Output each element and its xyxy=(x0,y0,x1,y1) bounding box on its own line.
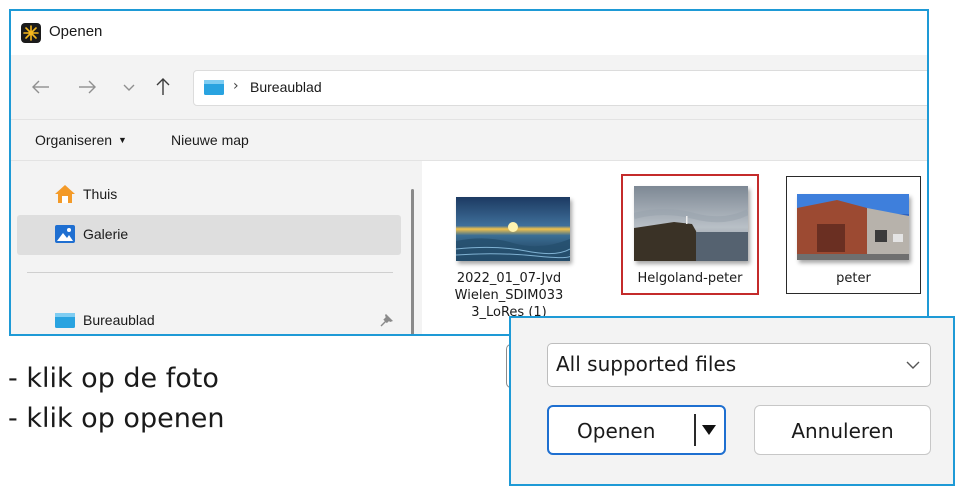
file-name-line: peter xyxy=(836,271,871,286)
arrow-left-icon[interactable] xyxy=(29,75,53,99)
file-thumbnail-sunset xyxy=(456,197,570,261)
chevron-down-icon xyxy=(906,361,920,369)
dialog-footer-zoom: All supported files Openen Annuleren xyxy=(509,316,955,486)
file-type-select-value: All supported files xyxy=(556,352,737,376)
sidebar-item-label: Galerie xyxy=(83,226,129,242)
file-item[interactable]: 2022_01_07-Jvd Wielen_SDIM033 3_LoRes (1… xyxy=(444,175,574,334)
organize-menu[interactable]: Organiseren ▼ xyxy=(35,132,127,148)
file-item-selected[interactable]: Helgoland-peter xyxy=(621,174,759,295)
navigation-bar: › Bureaublad xyxy=(11,55,927,120)
chevron-right-icon: › xyxy=(233,78,239,94)
file-name: peter xyxy=(787,270,920,287)
window-title: Openen xyxy=(49,23,103,40)
chevron-down-icon[interactable] xyxy=(117,75,141,99)
file-view: 2022_01_07-Jvd Wielen_SDIM033 3_LoRes (1… xyxy=(424,161,927,334)
title-bar: Openen xyxy=(11,11,927,55)
sidebar-item-galerie[interactable]: Galerie xyxy=(17,215,401,255)
address-bar[interactable]: › Bureaublad xyxy=(193,70,927,106)
caret-down-icon: ▼ xyxy=(118,135,127,145)
file-thumbnail-brick-building xyxy=(797,194,909,260)
organize-label: Organiseren xyxy=(35,132,113,148)
app-icon xyxy=(21,23,41,43)
file-name: Helgoland-peter xyxy=(623,270,757,287)
sidebar-item-bureaublad[interactable]: Bureaublad xyxy=(17,301,401,334)
dropdown-arrow-icon[interactable] xyxy=(701,424,717,436)
cancel-button[interactable]: Annuleren xyxy=(754,405,931,455)
navigation-pane: Thuis Galerie Bureaublad xyxy=(11,161,422,334)
file-name-line: 2022_01_07-Jvd xyxy=(456,271,562,286)
file-name-line: Wielen_SDIM033 xyxy=(454,288,564,303)
breadcrumb-item[interactable]: Bureaublad xyxy=(250,79,322,95)
instruction-step-1: - klik op de foto xyxy=(8,363,219,394)
sidebar-item-thuis[interactable]: Thuis xyxy=(17,175,401,215)
arrow-right-icon[interactable] xyxy=(75,75,99,99)
sidebar-item-label: Bureaublad xyxy=(83,312,155,328)
new-folder-button[interactable]: Nieuwe map xyxy=(171,132,249,148)
sidebar-divider xyxy=(27,272,393,273)
arrow-up-icon[interactable] xyxy=(151,75,175,99)
desktop-folder-icon xyxy=(55,313,75,328)
sidebar-item-label: Thuis xyxy=(83,186,118,202)
command-bar: Organiseren ▼ Nieuwe map xyxy=(11,120,927,161)
instruction-step-2: - klik op openen xyxy=(8,403,225,434)
desktop-folder-icon xyxy=(204,80,224,95)
open-button-label: Openen xyxy=(577,419,656,443)
open-button[interactable]: Openen xyxy=(547,405,726,455)
sidebar-scrollbar[interactable] xyxy=(411,189,414,334)
gallery-icon xyxy=(55,225,75,243)
home-icon xyxy=(55,185,75,203)
split-divider xyxy=(694,414,696,446)
file-thumbnail-cliff xyxy=(634,186,748,261)
file-type-select[interactable]: All supported files xyxy=(547,343,931,387)
file-item[interactable]: peter xyxy=(786,176,921,294)
file-name: 2022_01_07-Jvd Wielen_SDIM033 3_LoRes (1… xyxy=(444,270,574,321)
pin-icon[interactable] xyxy=(380,313,394,327)
cancel-button-label: Annuleren xyxy=(791,419,894,443)
file-open-dialog: Openen › Bureaublad Organiseren ▼ Nieuwe … xyxy=(9,9,929,336)
file-name-line: Helgoland-peter xyxy=(637,271,743,286)
